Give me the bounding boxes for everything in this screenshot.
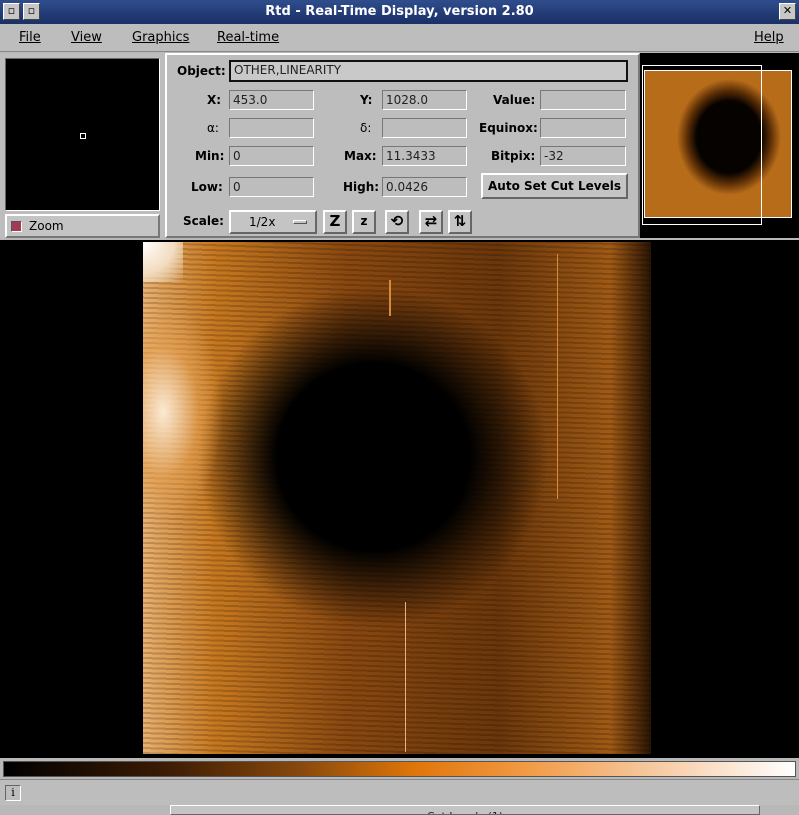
flip-y-icon[interactable]: ⇅ <box>448 210 472 234</box>
min-label: Min: <box>195 149 225 163</box>
min-field: 0 <box>229 146 314 166</box>
object-field[interactable]: OTHER,LINEARITY <box>229 60 628 82</box>
alpha-label: α: <box>207 121 219 135</box>
zoom-in-icon[interactable]: Z <box>323 210 347 234</box>
equinox-field <box>540 118 626 138</box>
y-label: Y: <box>360 93 373 107</box>
detector-image[interactable] <box>143 242 651 754</box>
info-panel: Object: OTHER,LINEARITY X: 453.0 Y: 1028… <box>165 53 640 238</box>
pan-panel[interactable] <box>640 53 799 238</box>
bitpix-label: Bitpix: <box>491 149 536 163</box>
menu-graphics[interactable]: Graphics <box>132 30 189 45</box>
delta-label: δ: <box>360 121 372 135</box>
window-title: Rtd - Real-Time Display, version 2.80 <box>265 4 534 19</box>
zoom-indicator-icon <box>11 221 22 232</box>
cut-levels-window-tab[interactable]: Cut Levels (1) <box>170 805 760 815</box>
flip-x-icon[interactable]: ⇄ <box>419 210 443 234</box>
object-label: Object: <box>177 64 226 78</box>
zoom-panel: Zoom <box>0 53 165 238</box>
zoom-toggle-button[interactable]: Zoom <box>5 214 160 238</box>
low-label: Low: <box>191 180 223 194</box>
colormap-bar[interactable] <box>3 761 796 777</box>
menu-file[interactable]: File <box>19 30 41 45</box>
high-cut-input[interactable]: 0.0426 <box>382 177 467 197</box>
x-field: 453.0 <box>229 90 314 110</box>
x-label: X: <box>207 93 222 107</box>
title-bar: ▫ ▫ Rtd - Real-Time Display, version 2.8… <box>0 0 799 24</box>
low-cut-input[interactable]: 0 <box>229 177 314 197</box>
streak-line <box>389 280 391 316</box>
zoom-view[interactable] <box>5 58 160 211</box>
value-field <box>540 90 626 110</box>
bright-corner-region <box>143 242 183 282</box>
menu-bar: File View Graphics Real-time Help <box>0 24 799 52</box>
streak-line <box>405 602 406 752</box>
streak-line <box>557 254 558 499</box>
high-label: High: <box>343 180 380 194</box>
scale-label: Scale: <box>183 214 224 228</box>
rotate-icon[interactable]: ⟲ <box>385 210 409 234</box>
status-bar: i <box>0 779 799 805</box>
bitpix-field: -32 <box>540 146 626 166</box>
main-image-canvas[interactable] <box>0 240 799 758</box>
zoom-cursor-icon <box>80 133 86 139</box>
info-icon[interactable]: i <box>5 785 21 801</box>
zoom-out-icon[interactable]: z <box>352 210 376 234</box>
scale-menu-button[interactable]: 1/2x <box>229 210 317 234</box>
y-field: 1028.0 <box>382 90 467 110</box>
zoom-label: Zoom <box>29 219 64 233</box>
alpha-field <box>229 118 314 138</box>
menu-view[interactable]: View <box>71 30 102 45</box>
menu-real-time[interactable]: Real-time <box>217 30 279 45</box>
auto-set-cut-levels-button[interactable]: Auto Set Cut Levels <box>481 173 628 199</box>
delta-field <box>382 118 467 138</box>
max-label: Max: <box>344 149 377 163</box>
menu-help[interactable]: Help <box>754 30 784 45</box>
pan-viewport-box[interactable] <box>642 65 762 225</box>
window-close-icon[interactable]: ✕ <box>779 3 796 20</box>
scale-value: 1/2x <box>249 215 276 229</box>
option-menu-icon <box>293 220 307 224</box>
equinox-label: Equinox: <box>479 121 538 135</box>
max-field: 11.3433 <box>382 146 467 166</box>
value-label: Value: <box>493 93 536 107</box>
bright-edge-region <box>143 302 233 522</box>
